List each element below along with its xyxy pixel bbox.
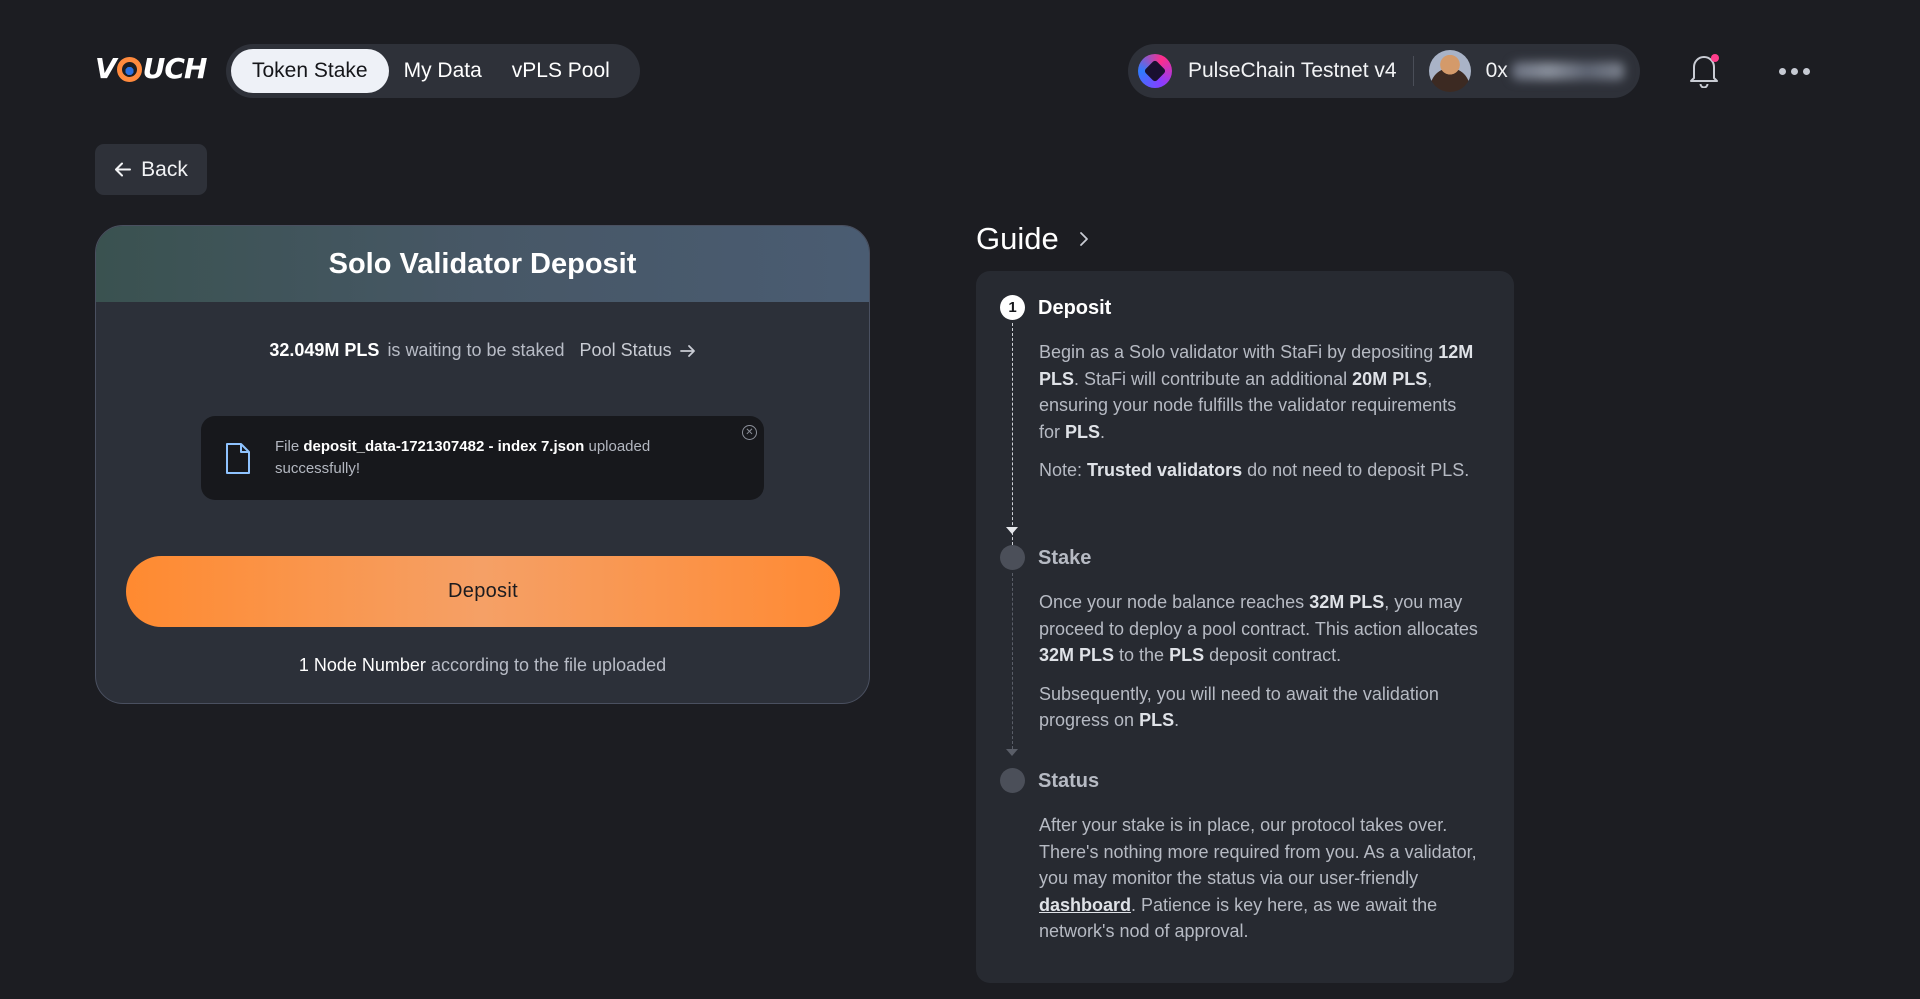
step-deposit-body: Begin as a Solo validator with StaFi by … bbox=[1039, 339, 1479, 484]
close-icon[interactable]: ✕ bbox=[742, 425, 757, 440]
node-suffix: according to the file uploaded bbox=[430, 655, 667, 675]
step-stake-para-2: Subsequently, you will need to await the… bbox=[1039, 683, 1439, 731]
card-title: Solo Validator Deposit bbox=[328, 247, 637, 280]
vouch-logo[interactable]: V UCH bbox=[95, 52, 207, 85]
step-deposit-title: Deposit bbox=[1038, 297, 1112, 319]
wallet-address-button[interactable]: 0x bbox=[1486, 59, 1624, 83]
step-arrow-down-icon bbox=[1006, 749, 1018, 756]
wallet-address-prefix: 0x bbox=[1485, 59, 1508, 82]
file-name: deposit_data-1721307482 - index 7.json bbox=[303, 438, 585, 455]
emphasis: 32M PLS bbox=[1039, 645, 1115, 665]
back-button[interactable]: Back bbox=[95, 144, 207, 195]
step-stake-para-1: Once your node balance reaches 32M PLS, … bbox=[1039, 592, 1478, 665]
logo-ring-icon bbox=[116, 57, 142, 82]
step-1-marker: 1 bbox=[1000, 295, 1025, 320]
avatar[interactable] bbox=[1428, 50, 1471, 92]
dashboard-link[interactable]: dashboard bbox=[1039, 895, 1131, 915]
step-2-marker bbox=[1000, 545, 1025, 570]
step-deposit-para-2: Note: Trusted validators do not need to … bbox=[1039, 460, 1470, 480]
card-header: Solo Validator Deposit bbox=[96, 226, 869, 302]
tab-my-data[interactable]: My Data bbox=[389, 49, 497, 93]
chevron-right-icon bbox=[1079, 232, 1088, 246]
arrow-left-icon bbox=[115, 162, 132, 177]
pulsechain-network-icon[interactable] bbox=[1138, 54, 1172, 88]
waiting-amount: 32.049M PLS bbox=[269, 340, 380, 360]
emphasis: PLS bbox=[1065, 421, 1101, 442]
emphasis: Trusted validators bbox=[1087, 460, 1243, 480]
step-arrow-down-icon bbox=[1006, 527, 1018, 534]
file-prefix: File bbox=[275, 438, 300, 455]
emphasis: 20M PLS bbox=[1352, 368, 1428, 389]
wallet-address-redacted bbox=[1511, 62, 1624, 80]
pool-status-link[interactable]: Pool Status bbox=[580, 340, 696, 361]
more-menu-icon[interactable] bbox=[1779, 68, 1810, 75]
step-stake-body: Once your node balance reaches 32M PLS, … bbox=[1039, 589, 1479, 734]
guide-panel: 1 Deposit Begin as a Solo validator with… bbox=[976, 271, 1514, 983]
upload-success-toast: File deposit_data-1721307482 - index 7.j… bbox=[201, 416, 764, 500]
back-label: Back bbox=[141, 157, 188, 181]
step-3-marker bbox=[1000, 768, 1025, 793]
pool-status-label: Pool Status bbox=[579, 340, 672, 360]
emphasis: 32M PLS bbox=[1309, 592, 1385, 612]
waiting-status: 32.049M PLS is waiting to be staked Pool… bbox=[96, 340, 869, 361]
network-selector[interactable]: PulseChain Testnet v4 bbox=[1188, 59, 1397, 83]
arrow-right-icon bbox=[679, 344, 695, 357]
step-stake-title: Stake bbox=[1038, 547, 1092, 569]
tab-token-stake[interactable]: Token Stake bbox=[231, 49, 389, 93]
step-deposit-para-1: Begin as a Solo validator with StaFi by … bbox=[1039, 342, 1474, 442]
step-status-body: After your stake is in place, our protoc… bbox=[1039, 812, 1479, 945]
emphasis: PLS bbox=[1169, 645, 1205, 665]
pill-divider bbox=[1412, 56, 1414, 86]
solo-validator-deposit-card: Solo Validator Deposit 32.049M PLS is wa… bbox=[95, 225, 870, 704]
file-icon bbox=[226, 442, 250, 474]
node-number-info: 1 Node Number according to the file uplo… bbox=[96, 655, 869, 676]
upload-message: File deposit_data-1721307482 - index 7.j… bbox=[275, 436, 705, 480]
deposit-button[interactable]: Deposit bbox=[126, 556, 840, 627]
waiting-text: is waiting to be staked bbox=[387, 340, 565, 360]
step-connector-2 bbox=[1012, 573, 1013, 749]
node-count: 1 Node Number bbox=[298, 655, 426, 675]
step-status-title: Status bbox=[1038, 770, 1100, 792]
notification-dot bbox=[1711, 54, 1719, 62]
tab-vpls-pool[interactable]: vPLS Pool bbox=[497, 49, 625, 93]
guide-title: Guide bbox=[976, 221, 1059, 256]
step-connector-1 bbox=[1012, 323, 1013, 555]
wallet-pill: PulseChain Testnet v4 0x bbox=[1128, 44, 1640, 98]
step-status-para-1: After your stake is in place, our protoc… bbox=[1039, 815, 1477, 941]
main-nav: Token Stake My Data vPLS Pool bbox=[226, 44, 640, 98]
guide-toggle[interactable]: Guide bbox=[976, 221, 1089, 257]
emphasis: PLS bbox=[1139, 710, 1175, 730]
